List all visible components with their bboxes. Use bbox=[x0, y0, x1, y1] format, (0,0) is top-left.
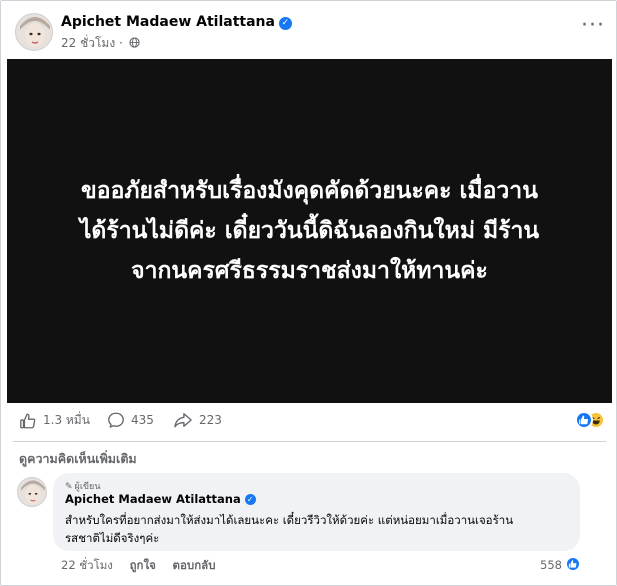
view-more-comments-link[interactable]: ดูความคิดเห็นเพิ่มเติม bbox=[19, 449, 137, 469]
post-image-text: ขออภัยสำหรับเรื่องมังคุดคัดด้วยนะคะ เมื่… bbox=[79, 178, 540, 284]
comment-time[interactable]: 22 ชั่วโมง bbox=[61, 558, 113, 572]
author-avatar[interactable] bbox=[15, 13, 53, 51]
author-name[interactable]: Apichet Madaew Atilattana ✓ bbox=[61, 14, 292, 30]
engagement-bar: 1.3 หมื่น 435 223 bbox=[19, 409, 609, 433]
like-count: 1.3 หมื่น bbox=[43, 413, 90, 427]
comment-count: 435 bbox=[131, 413, 154, 427]
comment-reaction-count: 558 bbox=[540, 558, 562, 572]
author-badge: ✎ ผู้เขียน bbox=[65, 479, 100, 493]
comment-actions: 22 ชั่วโมง ถูกใจ ตอบกลับ bbox=[61, 557, 229, 575]
commenter-name-text[interactable]: Apichet Madaew Atilattana bbox=[65, 492, 241, 506]
more-options-icon[interactable]: ··· bbox=[581, 15, 605, 37]
pencil-icon: ✎ bbox=[65, 482, 73, 492]
commenter-avatar[interactable] bbox=[17, 477, 47, 507]
comment-icon bbox=[108, 412, 124, 428]
share-button[interactable]: 223 bbox=[173, 411, 222, 429]
like-reaction-icon bbox=[564, 556, 581, 572]
comment-text: สำหรับใครที่อยากส่งมาให้ส่งมาได้เลยนะคะ … bbox=[65, 513, 514, 545]
comment-reaction-icons bbox=[564, 556, 595, 574]
comment-reply-button[interactable]: ตอบกลับ bbox=[173, 558, 216, 572]
share-count: 223 bbox=[199, 413, 222, 427]
like-icon bbox=[20, 413, 36, 428]
share-icon bbox=[174, 413, 192, 428]
post-time[interactable]: 22 ชั่วโมง bbox=[61, 36, 115, 50]
divider bbox=[13, 441, 606, 442]
globe-icon bbox=[129, 37, 140, 48]
avatar-image bbox=[16, 14, 52, 50]
comment-like-button[interactable]: ถูกใจ bbox=[130, 558, 156, 572]
comment-reactions[interactable]: 558 bbox=[540, 556, 595, 574]
reactions-summary[interactable] bbox=[575, 409, 607, 431]
commenter-name[interactable]: Apichet Madaew Atilattana ✓ bbox=[65, 492, 256, 506]
post-card: Apichet Madaew Atilattana ✓ 22 ชั่วโมง · … bbox=[0, 0, 617, 586]
avatar-image bbox=[18, 478, 46, 506]
post-meta: 22 ชั่วโมง · bbox=[61, 34, 140, 53]
author-name-text[interactable]: Apichet Madaew Atilattana bbox=[61, 14, 275, 30]
comment-button[interactable]: 435 bbox=[107, 411, 154, 429]
verified-badge-icon: ✓ bbox=[278, 17, 292, 30]
like-button[interactable]: 1.3 หมื่น bbox=[19, 411, 90, 430]
verified-badge-icon: ✓ bbox=[244, 494, 256, 505]
like-reaction-icon bbox=[575, 411, 593, 429]
post-header: Apichet Madaew Atilattana ✓ 22 ชั่วโมง · … bbox=[15, 11, 605, 55]
post-image[interactable]: ขออภัยสำหรับเรื่องมังคุดคัดด้วยนะคะ เมื่… bbox=[7, 59, 612, 403]
comment-bubble: ✎ ผู้เขียน Apichet Madaew Atilattana ✓ สำห… bbox=[53, 473, 580, 551]
author-badge-label: ผู้เขียน bbox=[74, 482, 101, 492]
